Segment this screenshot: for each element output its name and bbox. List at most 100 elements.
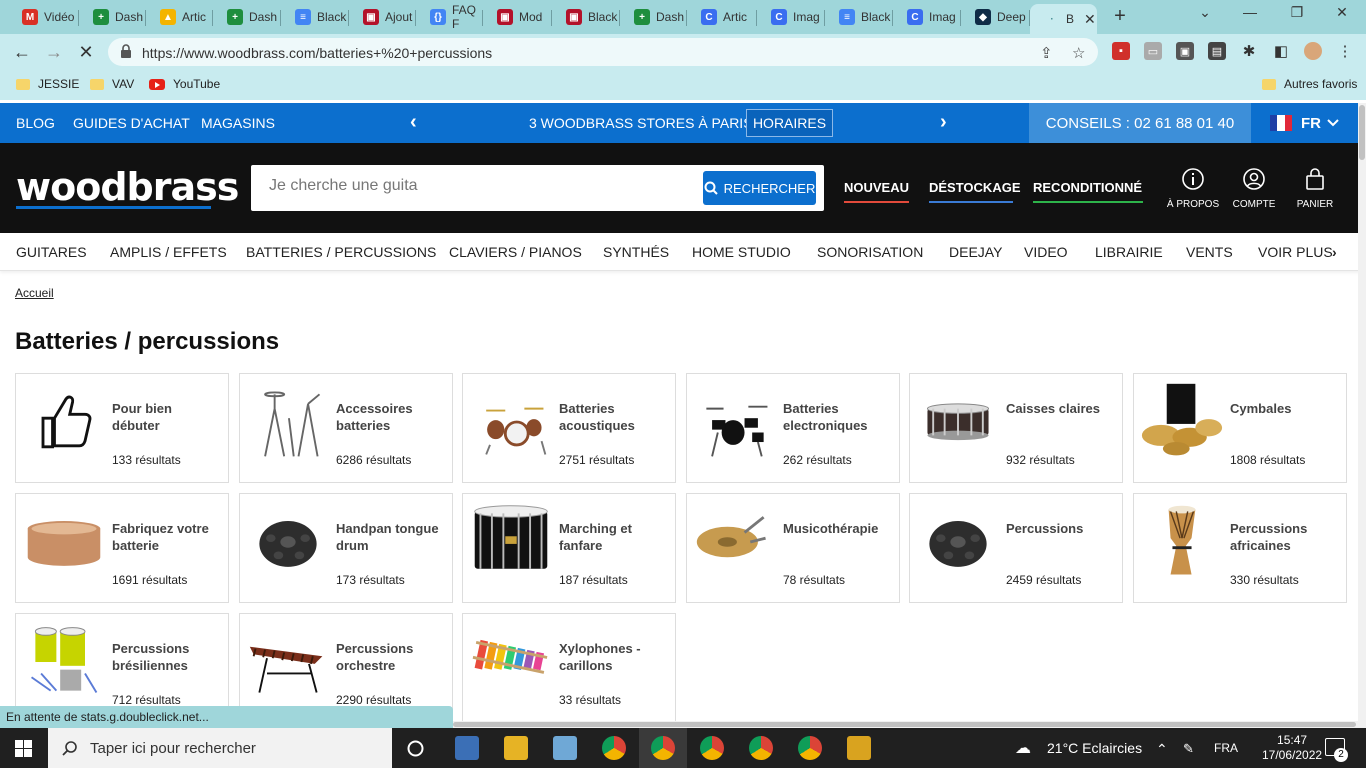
chrome-icon[interactable] [749,736,773,760]
weather-text[interactable]: 21°C Eclaircies [1047,740,1142,756]
browser-tab[interactable]: ≡ Black [281,4,349,30]
browser-tab[interactable]: ≡ Black [825,4,893,30]
task-view-icon[interactable] [407,740,424,757]
profile-avatar[interactable] [1304,42,1322,60]
bookmark-folder-vav[interactable]: VAV [90,77,134,91]
bookmark-folder-jessie[interactable]: JESSIE [16,77,79,91]
extension-photo-icon[interactable]: ▤ [1208,42,1226,60]
category-card[interactable]: Musicothérapie 78 résultats [686,493,900,603]
category-card[interactable]: Percussions 2459 résultats [909,493,1123,603]
woodbrass-logo[interactable]: woodbrass [16,165,239,209]
extension-image-icon[interactable]: ▣ [1176,42,1194,60]
browser-tab[interactable]: ▲ Artic [146,4,213,30]
windows-start-icon[interactable] [15,740,32,757]
search-button[interactable]: RECHERCHER [703,171,816,205]
hours-button[interactable]: HORAIRES [746,109,833,137]
back-icon[interactable]: ← [12,42,32,62]
category-card[interactable]: Caisses claires 932 résultats [909,373,1123,483]
pen-icon[interactable]: ✎ [1183,741,1194,757]
chrome-icon[interactable] [602,736,626,760]
stop-loading-icon[interactable]: ✕ [76,42,96,62]
browser-tab[interactable]: C Imag [893,4,961,30]
browser-tab[interactable]: + Dash [79,4,146,30]
chrome-icon[interactable] [651,736,675,760]
input-language[interactable]: FRA [1214,741,1238,755]
category-card[interactable]: Handpan tongue drum 173 résultats [239,493,453,603]
lab-flask-icon[interactable] [847,736,871,760]
category-card[interactable]: Percussions africaines 330 résultats [1133,493,1347,603]
refurbished-link[interactable]: RECONDITIONNÉ [1033,180,1142,195]
bookmark-youtube[interactable]: YouTube [149,77,220,91]
category-card[interactable]: Fabriquez votre batterie 1691 résultats [15,493,229,603]
address-bar[interactable]: https://www.woodbrass.com/batteries+%20+… [108,38,1098,66]
clock[interactable]: 15:47 17/06/2022 [1262,733,1322,763]
category-5[interactable]: HOME STUDIO [692,244,791,260]
browser-tab[interactable]: C Artic [687,4,757,30]
new-link[interactable]: NOUVEAU [844,180,909,195]
chrome-icon[interactable] [700,736,724,760]
browser-tab[interactable]: C Imag [757,4,825,30]
blog-link[interactable]: BLOG [16,115,55,131]
browser-tab[interactable]: {} FAQ F [416,3,483,31]
forward-icon[interactable]: → [44,42,64,62]
browser-tab[interactable]: + Dash [213,4,281,30]
category-card[interactable]: Batteries acoustiques 2751 résultats [462,373,676,483]
search-input[interactable] [269,177,689,195]
menu-kebab-icon[interactable]: ⋮ [1336,42,1354,60]
horizontal-scrollbar[interactable] [453,721,1358,728]
chrome-icon[interactable] [798,736,822,760]
extension-red-icon[interactable]: ▪ [1112,42,1130,60]
category-card[interactable]: Xylophones - carillons 33 résultats [462,613,676,723]
category-9[interactable]: LIBRAIRIE [1095,244,1163,260]
category-8[interactable]: VIDEO [1024,244,1068,260]
category-6[interactable]: SONORISATION [817,244,923,260]
extensions-puzzle-icon[interactable]: ✱ [1240,42,1258,60]
extension-screen-icon[interactable]: ▭ [1144,42,1162,60]
stores-link[interactable]: MAGASINS [201,115,275,131]
category-11[interactable]: VOIR PLUS [1258,244,1333,260]
about-button[interactable]: À PROPOS [1163,167,1223,210]
promo-prev-arrow-icon[interactable]: ‹ [410,111,417,134]
taskbar-search[interactable]: Taper ici pour rechercher [48,728,392,768]
calculator-icon[interactable] [455,736,479,760]
browser-tab[interactable]: + Dash [620,4,687,30]
advice-phone[interactable]: CONSEILS : 02 61 88 01 40 [1029,103,1251,143]
minimize-button[interactable]: — [1240,4,1260,20]
chevron-right-icon[interactable]: › [1332,244,1337,260]
category-card[interactable]: Cymbales 1808 résultats [1133,373,1347,483]
language-selector[interactable]: FR [1251,103,1366,143]
promo-next-arrow-icon[interactable]: › [940,111,947,134]
bookmark-star-icon[interactable]: ☆ [1072,44,1085,62]
category-3[interactable]: CLAVIERS / PIANOS [449,244,582,260]
account-button[interactable]: COMPTE [1224,167,1284,210]
category-1[interactable]: AMPLIS / EFFETS [110,244,227,260]
buying-guides-link[interactable]: GUIDES D'ACHAT [73,115,190,131]
browser-tab[interactable]: · B ✕ [1030,4,1097,34]
close-window-button[interactable]: ✕ [1332,4,1352,21]
bookmark-other-favorites[interactable]: Autres favoris [1262,77,1357,91]
vertical-scrollbar[interactable] [1358,103,1366,728]
category-card[interactable]: Batteries electroniques 262 résultats [686,373,900,483]
browser-tab[interactable]: ▣ Black [552,4,620,30]
browser-tab[interactable]: ◆ Deep [961,4,1030,30]
clearance-link[interactable]: DÉSTOCKAGE [929,180,1021,195]
share-icon[interactable]: ⇪ [1040,44,1053,62]
new-tab-button[interactable]: + [1110,5,1130,28]
tab-close-icon[interactable]: ✕ [1084,11,1096,28]
browser-tab[interactable]: ▣ Ajout [349,4,416,30]
tab-search-icon[interactable]: ⌄ [1195,4,1215,21]
browser-tab[interactable]: ▣ Mod [483,4,552,30]
browser-tab[interactable]: M Vidéo [8,4,79,30]
side-panel-icon[interactable]: ◧ [1272,42,1290,60]
category-card[interactable]: Marching et fanfare 187 résultats [462,493,676,603]
category-card[interactable]: Pour bien débuter 133 résultats [15,373,229,483]
url-text[interactable]: https://www.woodbrass.com/batteries+%20+… [142,45,492,61]
category-7[interactable]: DEEJAY [949,244,1002,260]
category-4[interactable]: SYNTHÉS [603,244,669,260]
breadcrumb-home[interactable]: Accueil [15,286,54,300]
category-card[interactable]: Accessoires batteries 6286 résultats [239,373,453,483]
restore-button[interactable]: ❐ [1287,4,1307,21]
category-2[interactable]: BATTERIES / PERCUSSIONS [246,244,436,260]
tray-chevron-up-icon[interactable]: ⌃ [1156,741,1168,758]
notepad-icon[interactable] [553,736,577,760]
